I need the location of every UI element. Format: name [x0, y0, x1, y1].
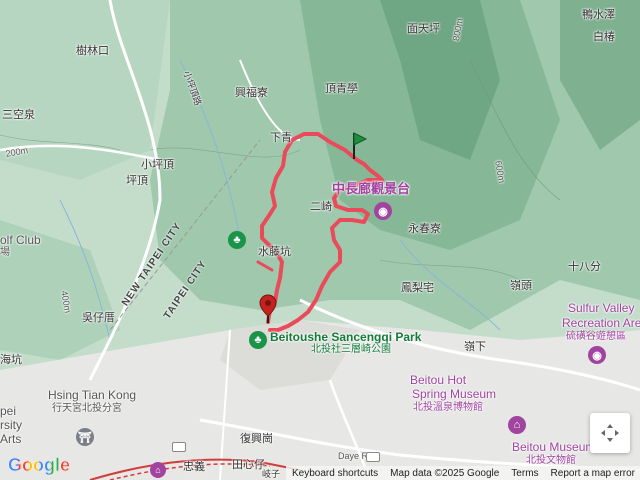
poi-label-hsing-tian-kong[interactable]: Hsing Tian Kong — [48, 389, 136, 401]
place-label: 忠義 — [183, 461, 205, 473]
place-label: 二崎 — [310, 201, 332, 213]
place-label: 嶺頭 — [510, 280, 532, 292]
place-label: 面天坪 — [407, 23, 440, 35]
station-icon[interactable] — [366, 452, 380, 462]
place-label: 嶺下 — [464, 341, 486, 353]
end-pin-icon[interactable] — [259, 294, 277, 324]
google-logo-text: Google — [8, 455, 71, 476]
map-data-text: Map data ©2025 Google — [390, 467, 500, 479]
move-icon — [601, 424, 619, 442]
place-label: 小坪頂 — [141, 159, 174, 171]
place-label: 樹林口 — [76, 45, 109, 57]
place-label: 十八分 — [568, 261, 601, 273]
report-error-link[interactable]: Report a map error — [551, 468, 635, 479]
place-label: 興福寮 — [235, 87, 268, 99]
temple-icon[interactable]: ⛩ — [76, 428, 94, 446]
map-canvas[interactable]: 面天坪 鴨水澤 白椿 樹林口 興福寮 頂青學 三空泉 下青 小坪頂 坪頂 二崎 … — [0, 0, 640, 480]
poi-label-sulfur-valley-zh: 硫磺谷遊憩區 — [566, 331, 626, 342]
poi-label-beitou-museum[interactable]: Beitou Museum — [512, 441, 595, 453]
poi-label-sulfur-valley-sub: Recreation Area — [562, 316, 640, 330]
place-label: 白椿 — [593, 31, 615, 43]
place-label: 復興崗 — [240, 433, 273, 445]
keyboard-shortcuts-link[interactable]: Keyboard shortcuts — [292, 468, 378, 479]
place-label: 鳳梨宅 — [401, 282, 434, 294]
place-label: 永春寮 — [408, 223, 441, 235]
place-label: 下青 — [270, 132, 292, 144]
poi-label-hot-spring-museum-zh: 北投溫泉博物館 — [413, 402, 483, 413]
poi-label-golf-club-zh: 場 — [0, 247, 10, 258]
terms-link[interactable]: Terms — [511, 468, 538, 479]
poi-label-hot-spring-museum[interactable]: Beitou Hot — [410, 374, 466, 386]
place-label: 海坑 — [0, 354, 22, 366]
poi-label-university[interactable]: pei — [0, 405, 16, 417]
start-flag-icon[interactable] — [350, 131, 368, 161]
station-icon[interactable] — [172, 442, 186, 452]
place-label: 吳仔厝 — [82, 312, 115, 324]
park-icon[interactable]: ♣ — [228, 231, 246, 249]
poi-label-hsing-tian-kong-zh: 行天宮北投分宮 — [52, 403, 122, 414]
camera-icon[interactable]: ◉ — [588, 346, 606, 364]
shopping-icon[interactable]: ⌂ — [150, 462, 166, 478]
place-label: 水藤坑 — [258, 246, 291, 258]
place-label: 田心仔 — [232, 459, 265, 471]
poi-label-hot-spring-museum-sub: Spring Museum — [412, 387, 497, 401]
poi-label-university: rsity — [0, 418, 22, 432]
place-label: 鴨水澤 — [582, 9, 615, 21]
poi-label-viewpoint[interactable]: 中長廊觀景台 — [332, 182, 410, 195]
museum-icon[interactable]: ⌂ — [508, 416, 526, 434]
poi-label-golf-club[interactable]: olf Club — [0, 234, 41, 246]
place-label: 頂青學 — [325, 83, 358, 95]
camera-icon[interactable]: ◉ — [374, 202, 392, 220]
place-label: 三空泉 — [2, 109, 35, 121]
poi-label-university: Arts — [0, 432, 22, 446]
park-icon[interactable]: ♣ — [249, 331, 267, 349]
poi-label-sancengqi-park[interactable]: Beitoushe Sancengqi Park — [270, 331, 421, 343]
fullscreen-button[interactable] — [590, 413, 630, 453]
place-label: 岐子 — [262, 469, 281, 479]
poi-label-sancengqi-park-zh: 北投社三層崎公園 — [311, 344, 391, 355]
poi-label-beitou-museum-zh: 北投文物館 — [526, 455, 576, 466]
attribution-bar: Keyboard shortcuts Map data ©2025 Google… — [286, 466, 640, 480]
google-logo: Google — [8, 455, 71, 476]
place-label: 坪頂 — [126, 175, 148, 187]
poi-label-sulfur-valley[interactable]: Sulfur Valley — [568, 302, 634, 314]
